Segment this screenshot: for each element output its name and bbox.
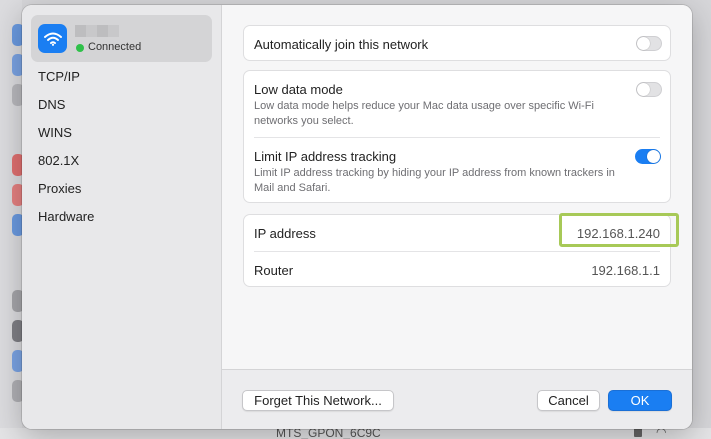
router-value: 192.168.1.1 xyxy=(591,263,660,278)
limit-ip-tracking-description: Limit IP address tracking by hiding your… xyxy=(254,167,615,194)
ip-address-label: IP address xyxy=(254,226,316,241)
toggle-knob xyxy=(637,83,650,96)
router-label: Router xyxy=(254,263,294,278)
ip-address-highlight xyxy=(559,213,679,247)
addresses-group: IP address 192.168.1.240 Router 192.168.… xyxy=(243,213,679,287)
sidebar-item-dns[interactable]: DNS xyxy=(38,97,65,112)
sidebar-item-tcpip[interactable]: TCP/IP xyxy=(38,69,80,84)
lock-icon xyxy=(634,428,642,437)
auto-join-toggle[interactable] xyxy=(636,36,662,51)
low-data-mode-label: Low data mode xyxy=(254,82,343,97)
sidebar: Connected TCP/IP DNS WINS 802.1X Proxies… xyxy=(22,5,222,429)
network-card[interactable]: Connected xyxy=(31,15,212,62)
sidebar-item-8021x[interactable]: 802.1X xyxy=(38,153,79,168)
network-name-redacted xyxy=(75,25,119,37)
sheet-footer: Forget This Network... Cancel OK xyxy=(222,369,692,429)
divider xyxy=(254,137,660,138)
auto-join-label: Automatically join this network xyxy=(254,37,429,52)
sidebar-item-wins[interactable]: WINS xyxy=(38,125,72,140)
background-sidebar xyxy=(0,0,24,439)
privacy-group: Low data mode Low data mode helps reduce… xyxy=(243,70,671,203)
limit-ip-tracking-toggle[interactable] xyxy=(635,149,661,164)
limit-ip-tracking-label: Limit IP address tracking xyxy=(254,149,397,164)
low-data-mode-toggle[interactable] xyxy=(636,82,662,97)
ok-button[interactable]: OK xyxy=(608,390,672,411)
sidebar-item-hardware[interactable]: Hardware xyxy=(38,209,94,224)
wifi-icon xyxy=(38,24,67,53)
auto-join-group: Automatically join this network xyxy=(243,25,671,61)
sidebar-item-proxies[interactable]: Proxies xyxy=(38,181,81,196)
toggle-knob xyxy=(647,150,660,163)
wifi-icon-glyph xyxy=(43,32,62,46)
low-data-mode-description: Low data mode helps reduce your Mac data… xyxy=(254,100,594,127)
cancel-button[interactable]: Cancel xyxy=(537,390,600,411)
forget-network-button[interactable]: Forget This Network... xyxy=(242,390,394,411)
connected-status-dot xyxy=(76,44,84,52)
connection-status: Connected xyxy=(88,41,142,53)
divider xyxy=(254,251,660,252)
main-panel: Automatically join this network Low data… xyxy=(222,5,692,369)
toggle-knob xyxy=(637,37,650,50)
network-details-sheet: Connected TCP/IP DNS WINS 802.1X Proxies… xyxy=(22,5,692,429)
